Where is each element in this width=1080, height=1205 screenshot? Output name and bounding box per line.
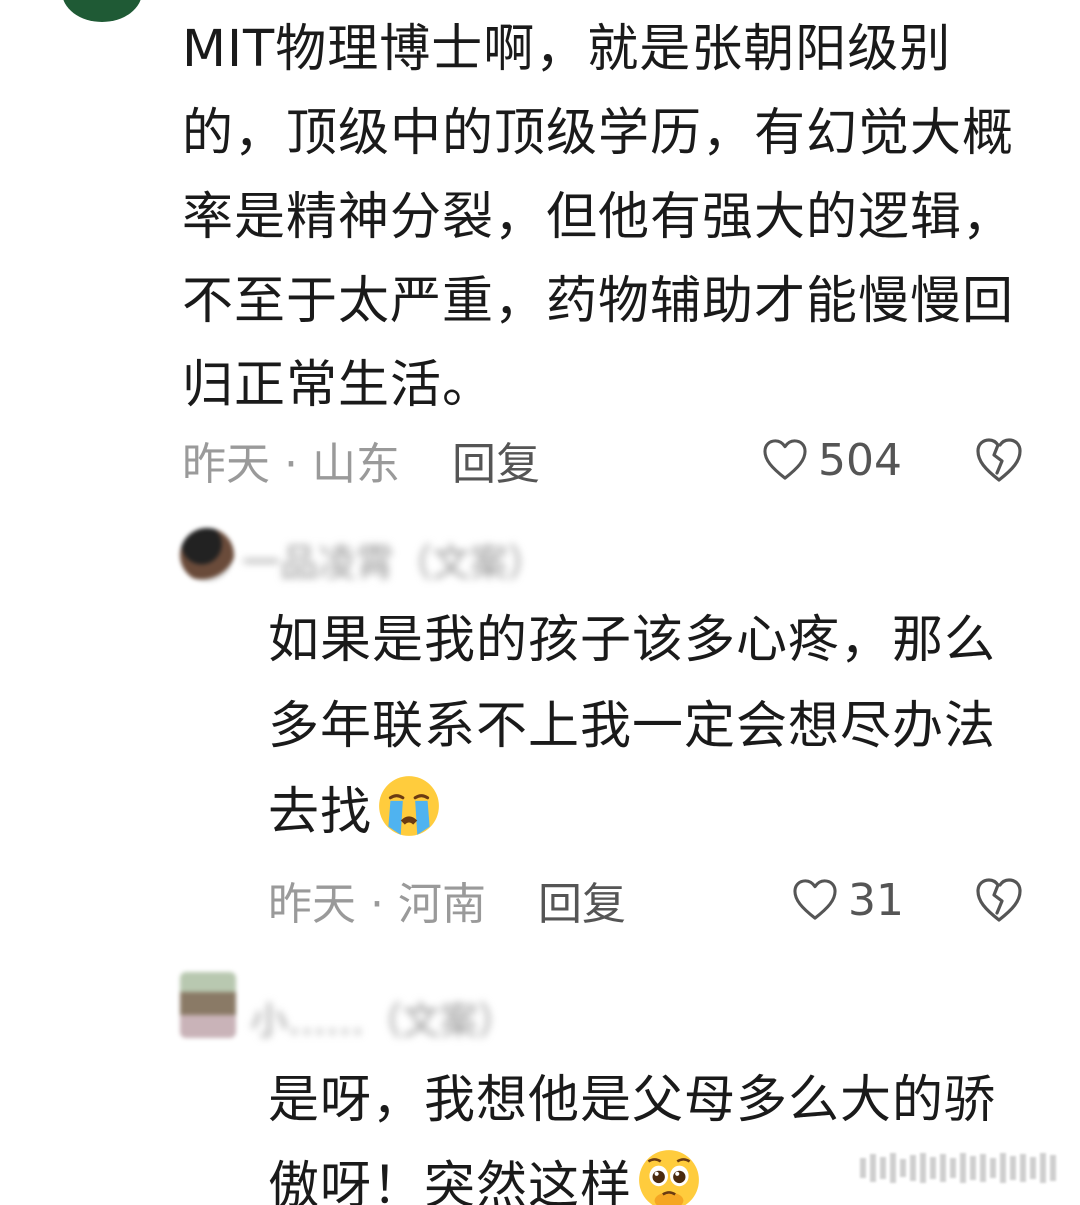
reply-text: 如果是我的孩子该多心疼，那么多年联系不上我一定会想尽办法去找: [268, 598, 1038, 856]
reply-button[interactable]: 回复: [538, 868, 626, 932]
reply-username[interactable]: 小……（文案）: [250, 990, 810, 1046]
like-button[interactable]: 504: [762, 430, 902, 490]
reply-time-location: 昨天 · 河南: [268, 879, 486, 930]
reply-button[interactable]: 回复: [452, 428, 540, 492]
like-count: 504: [818, 434, 902, 486]
heart-icon: [763, 439, 807, 480]
reply-meta: 昨天 · 河南 回复: [268, 870, 626, 930]
like-count: 31: [848, 874, 904, 926]
broken-heart-icon[interactable]: [975, 437, 1023, 483]
comment-time-location: 昨天 · 山东: [182, 439, 400, 490]
like-button[interactable]: 31: [792, 870, 904, 930]
reply-avatar[interactable]: [180, 528, 234, 582]
avatar[interactable]: [62, 0, 142, 22]
reply-username[interactable]: 一品凌霄（文案）: [242, 532, 642, 588]
heart-icon: [793, 879, 837, 920]
broken-heart-icon[interactable]: [975, 877, 1023, 923]
reply-avatar[interactable]: [180, 972, 236, 1038]
watermark: [860, 1150, 1056, 1186]
crying-face-icon: [379, 776, 439, 836]
comment-meta: 昨天 · 山东 回复: [182, 430, 540, 490]
pleading-face-icon: [639, 1150, 699, 1205]
comment-text: MIT物理博士啊，就是张朝阳级别的，顶级中的顶级学历，有幻觉大概率是精神分裂，但…: [182, 20, 1015, 415]
